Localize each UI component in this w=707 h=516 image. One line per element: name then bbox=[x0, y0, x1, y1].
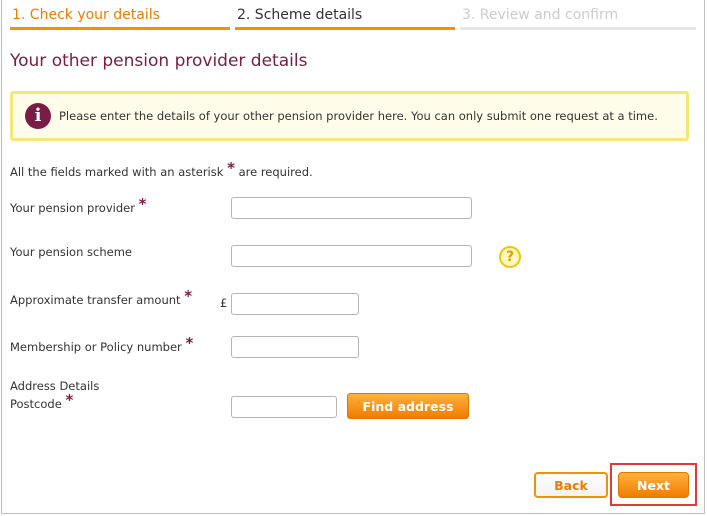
next-button[interactable]: Next bbox=[618, 472, 689, 498]
required-asterisk: * bbox=[227, 159, 235, 177]
step-check-details: 1. Check your details bbox=[10, 0, 230, 30]
required-asterisk: * bbox=[185, 334, 194, 352]
step-label: 1. Check your details bbox=[12, 7, 160, 23]
required-note-text: All the fields marked with an asterisk bbox=[10, 165, 224, 179]
help-question-icon[interactable]: ? bbox=[499, 246, 521, 268]
step-review-confirm: 3. Review and confirm bbox=[460, 0, 696, 30]
postcode-label-text: Postcode bbox=[10, 397, 62, 411]
back-button[interactable]: Back bbox=[534, 472, 608, 498]
step-label: 2. Scheme details bbox=[237, 7, 363, 23]
info-message-box: i Please enter the details of your other… bbox=[10, 91, 689, 141]
required-fields-note: All the fields marked with an asterisk *… bbox=[10, 159, 313, 180]
required-note-text-end: are required. bbox=[238, 165, 313, 179]
pension-scheme-label: Your pension scheme bbox=[10, 245, 132, 259]
step-progress-bar bbox=[460, 27, 696, 30]
postcode-label: Postcode * bbox=[10, 391, 74, 412]
page-title: Your other pension provider details bbox=[10, 51, 308, 71]
postcode-input[interactable] bbox=[231, 396, 337, 418]
address-details-label: Address Details bbox=[10, 379, 100, 393]
pension-provider-label: Your pension provider * bbox=[10, 195, 147, 216]
membership-number-input[interactable] bbox=[231, 336, 359, 358]
transfer-amount-label: Approximate transfer amount * bbox=[10, 287, 193, 308]
step-progress-bar bbox=[235, 27, 455, 30]
required-asterisk: * bbox=[65, 391, 74, 409]
pension-scheme-input[interactable] bbox=[231, 245, 472, 267]
info-message-text: Please enter the details of your other p… bbox=[59, 109, 658, 123]
pension-provider-input[interactable] bbox=[231, 197, 472, 219]
find-address-button[interactable]: Find address bbox=[347, 393, 469, 419]
membership-number-label-text: Membership or Policy number bbox=[10, 340, 182, 354]
transfer-amount-input[interactable] bbox=[231, 293, 359, 315]
step-progress-bar bbox=[10, 27, 230, 30]
transfer-amount-label-text: Approximate transfer amount bbox=[10, 293, 181, 307]
step-scheme-details: 2. Scheme details bbox=[235, 0, 455, 30]
currency-symbol: £ bbox=[220, 296, 228, 310]
info-icon: i bbox=[25, 103, 51, 129]
pension-provider-label-text: Your pension provider bbox=[10, 201, 135, 215]
step-label: 3. Review and confirm bbox=[462, 7, 619, 23]
required-asterisk: * bbox=[138, 195, 147, 213]
membership-number-label: Membership or Policy number * bbox=[10, 334, 194, 355]
required-asterisk: * bbox=[184, 287, 193, 305]
